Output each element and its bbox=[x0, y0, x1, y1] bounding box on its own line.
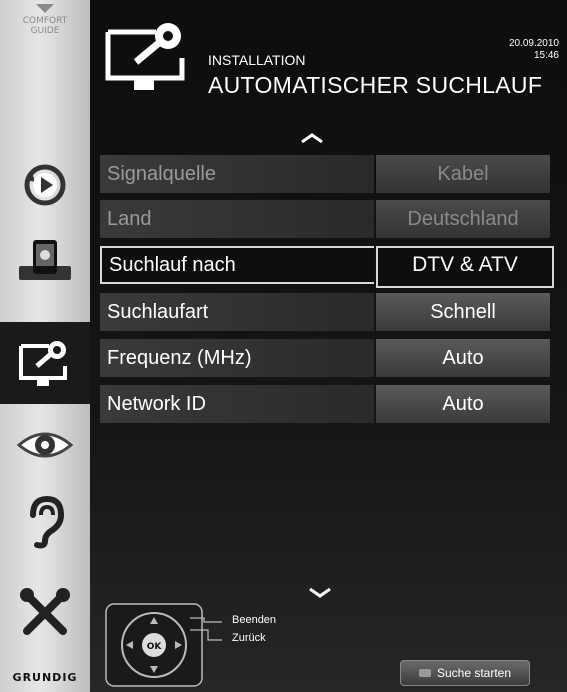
installation-header-icon bbox=[105, 23, 185, 90]
sidebar-item-picture[interactable] bbox=[0, 410, 90, 480]
menu-row-land[interactable]: Land Deutschland bbox=[100, 200, 550, 238]
menu-row-value: Auto bbox=[376, 339, 550, 377]
sidebar-item-installation[interactable] bbox=[0, 322, 90, 404]
menu-row-label: Frequenz (MHz) bbox=[100, 339, 374, 377]
comfort-guide[interactable]: COMFORT GUIDE bbox=[0, 0, 90, 80]
menu-row-label: Suchlauf nach bbox=[100, 246, 374, 284]
help-exit-label: Beenden bbox=[232, 614, 277, 626]
start-search-label: Suche starten bbox=[436, 666, 512, 680]
ok-button-label: OK bbox=[147, 642, 163, 652]
sidebar-item-source[interactable] bbox=[0, 150, 90, 220]
menu-row-label: Suchlaufart bbox=[100, 293, 374, 331]
scroll-down-icon[interactable] bbox=[308, 588, 332, 598]
sidebar-item-mobile[interactable] bbox=[0, 226, 90, 296]
menu-row-signalquelle[interactable]: Signalquelle Kabel bbox=[100, 155, 550, 193]
sidebar: COMFORT GUIDE GRUNDIG bbox=[0, 0, 90, 692]
start-search-button[interactable]: Suche starten bbox=[400, 660, 530, 686]
sidebar-item-sound[interactable] bbox=[0, 486, 90, 556]
tv-screen: COMFORT GUIDE GRUNDIG INSTALLATION AUTOM… bbox=[0, 0, 567, 692]
header-time: 15:46 bbox=[533, 50, 559, 61]
menu-row-suchlauf-nach[interactable]: Suchlauf nach DTV & ATV bbox=[100, 246, 554, 288]
source-icon bbox=[24, 164, 66, 206]
menu-row-label: Signalquelle bbox=[100, 155, 374, 193]
help-back-label: Zurück bbox=[232, 632, 266, 644]
menu-row-value: DTV & ATV bbox=[376, 246, 554, 288]
menu-row-value: Auto bbox=[376, 385, 550, 423]
header-section: INSTALLATION bbox=[208, 52, 306, 68]
chevron-down-icon bbox=[36, 4, 54, 13]
tools-icon bbox=[20, 588, 70, 635]
red-button-icon bbox=[418, 669, 431, 677]
page-title: AUTOMATISCHER SUCHLAUF bbox=[208, 72, 543, 98]
installation-icon bbox=[19, 341, 67, 386]
brand-logo: GRUNDIG bbox=[12, 671, 78, 684]
menu-row-network-id[interactable]: Network ID Auto bbox=[100, 385, 550, 423]
menu-row-frequenz[interactable]: Frequenz (MHz) Auto bbox=[100, 339, 550, 377]
ear-icon bbox=[30, 495, 65, 549]
remote-control-icon: OK bbox=[105, 603, 222, 687]
menu-row-label: Network ID bbox=[100, 385, 374, 423]
header-date: 20.09.2010 bbox=[508, 38, 559, 49]
menu-row-value: Kabel bbox=[376, 155, 550, 193]
comfort-guide-label-1: COMFORT bbox=[22, 16, 68, 26]
menu-row-value: Deutschland bbox=[376, 200, 550, 238]
menu-row-value: Schnell bbox=[376, 293, 550, 331]
scroll-up-icon[interactable] bbox=[300, 133, 324, 143]
comfort-guide-label-2: GUIDE bbox=[30, 26, 60, 36]
menu-row-suchlaufart[interactable]: Suchlaufart Schnell bbox=[100, 293, 550, 331]
main-panel: INSTALLATION AUTOMATISCHER SUCHLAUF 20.0… bbox=[90, 0, 567, 692]
sidebar-item-settings[interactable] bbox=[0, 578, 90, 648]
menu-row-label: Land bbox=[100, 200, 374, 238]
picture-icon bbox=[17, 432, 73, 458]
mobile-icon bbox=[19, 240, 71, 280]
